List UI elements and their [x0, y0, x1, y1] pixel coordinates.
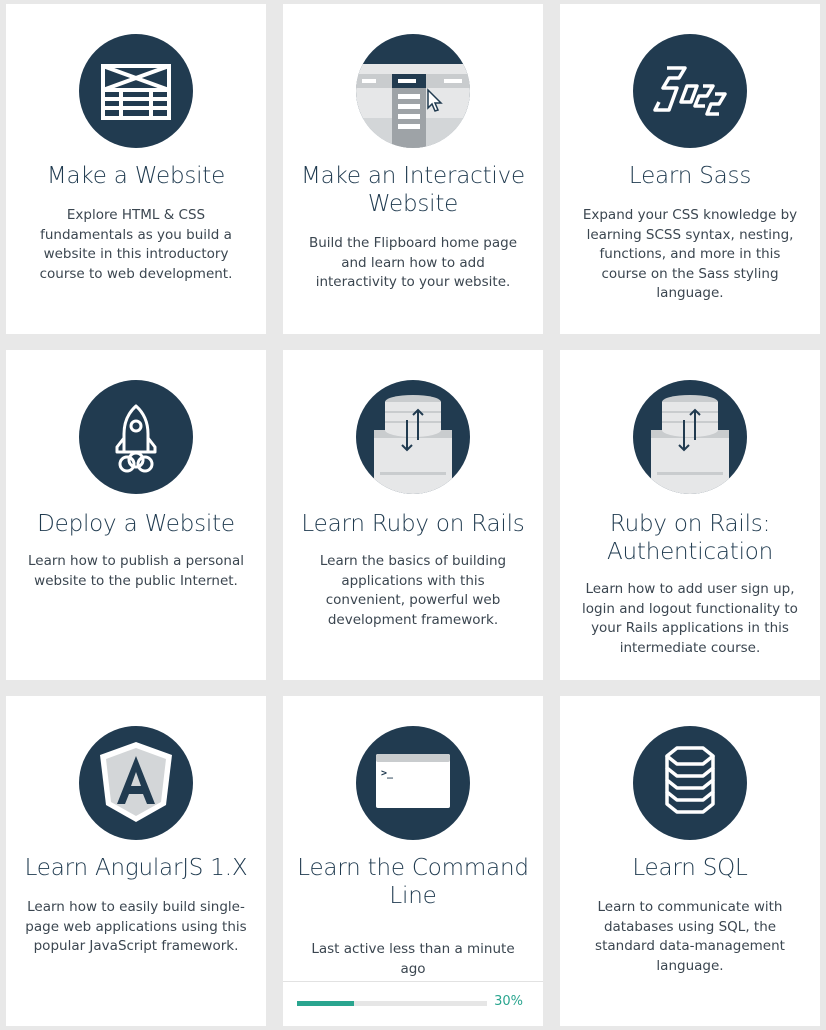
svg-text:>_: >_: [381, 768, 394, 779]
course-title: Make a Website: [46, 163, 226, 189]
course-progress: 30%: [283, 981, 543, 1026]
course-title: Ruby on Rails: Authentication: [606, 511, 774, 565]
course-description: Learn to communicate with databases usin…: [595, 899, 785, 974]
course-card-make-a-website[interactable]: Make a Website Explore HTML & CSS fundam…: [6, 4, 266, 334]
course-card-learn-ruby-on-rails[interactable]: Learn Ruby on Rails Learn the basics of …: [283, 350, 543, 680]
course-description: Learn the basics of building application…: [319, 553, 507, 628]
course-description: Expand your CSS knowledge by learning SC…: [582, 207, 798, 301]
course-description: Explore HTML & CSS fundamentals as you b…: [39, 207, 233, 282]
database-browser-sync-icon: [356, 380, 470, 494]
course-grid: Make a Website Explore HTML & CSS fundam…: [0, 0, 826, 1030]
course-title: Learn the Command Line: [297, 855, 529, 909]
terminal-window-icon: >_: [356, 726, 470, 840]
course-description: Learn how to add user sign up, login and…: [582, 581, 798, 656]
database-browser-sync-icon: [633, 380, 747, 494]
course-title: Learn Sass: [628, 163, 752, 189]
database-icon: [633, 726, 747, 840]
website-layout-icon: [79, 34, 193, 148]
sass-logo-icon: [633, 34, 747, 148]
course-card-learn-sass[interactable]: Learn Sass Expand your CSS knowledge by …: [560, 4, 820, 334]
course-title: Deploy a Website: [37, 511, 235, 537]
course-description: Learn how to publish a personal website …: [28, 553, 244, 589]
progress-fill: [297, 1001, 354, 1006]
course-description: Learn how to easily build single-page we…: [25, 899, 247, 954]
progress-bar: [297, 1001, 487, 1006]
course-card-deploy-a-website[interactable]: Deploy a Website Learn how to publish a …: [6, 350, 266, 680]
course-title: Learn AngularJS 1.X: [24, 855, 248, 881]
course-card-learn-angularjs[interactable]: Learn AngularJS 1.X Learn how to easily …: [6, 696, 266, 1026]
course-title: Make an Interactive Website: [301, 163, 525, 217]
course-card-make-an-interactive-website[interactable]: Make an Interactive Website Build the Fl…: [283, 4, 543, 334]
rocket-icon: [79, 380, 193, 494]
course-title: Learn Ruby on Rails: [301, 511, 525, 537]
interactive-page-cursor-icon: [356, 34, 470, 148]
progress-percent: 30%: [494, 994, 523, 1009]
angular-shield-icon: [79, 726, 193, 840]
course-card-ruby-on-rails-authentication[interactable]: Ruby on Rails: Authentication Learn how …: [560, 350, 820, 680]
course-card-learn-the-command-line[interactable]: >_ Learn the Command Line Last active le…: [283, 696, 543, 1026]
course-status: Last active less than a minute ago: [311, 941, 515, 977]
course-description: Build the Flipboard home page and learn …: [308, 235, 518, 290]
course-card-learn-sql[interactable]: Learn SQL Learn to communicate with data…: [560, 696, 820, 1026]
course-title: Learn SQL: [632, 855, 748, 881]
